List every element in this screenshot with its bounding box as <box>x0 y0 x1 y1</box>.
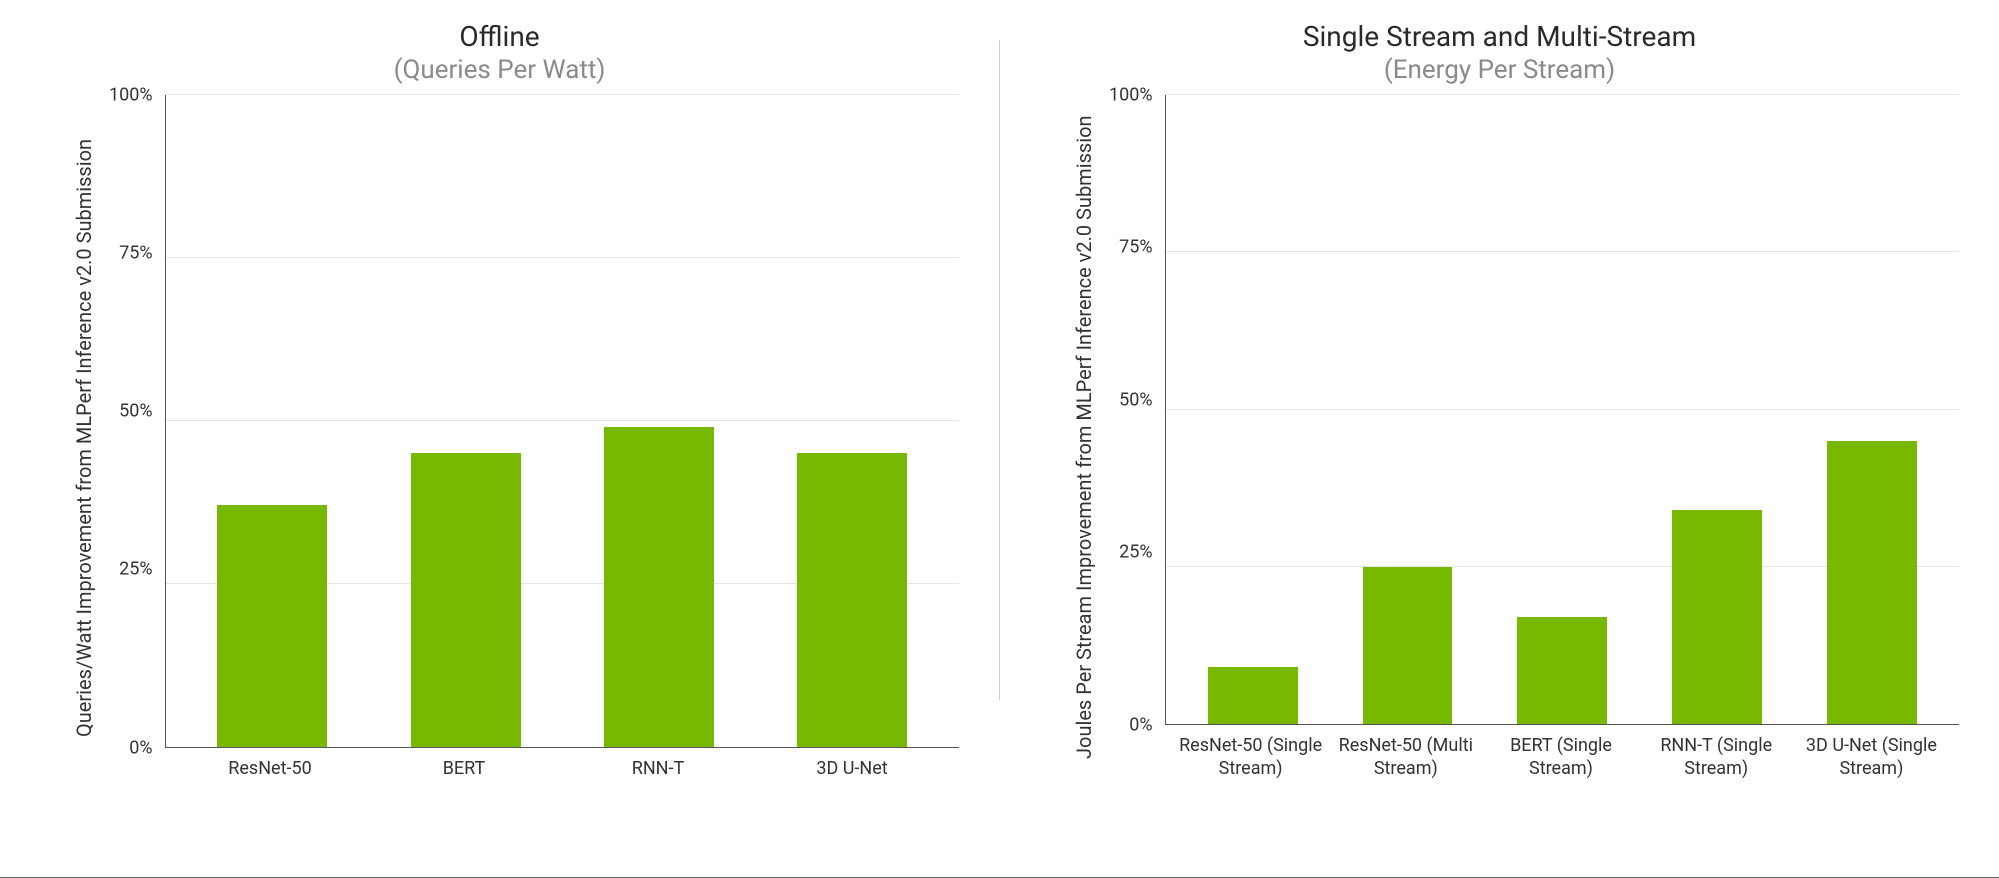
x-tick-label: RNN-T <box>561 758 755 781</box>
bar-slot <box>1640 95 1795 724</box>
bar-resnet50-multi <box>1363 567 1453 724</box>
chart-title-block: Offline (Queries Per Watt) <box>0 20 999 85</box>
y-tick-label: 0% <box>1129 715 1152 736</box>
bar-slot <box>1330 95 1485 724</box>
chart-title: Single Stream and Multi-Stream <box>1000 20 1999 53</box>
bar-3dunet-single <box>1827 441 1917 724</box>
bar-rnnt <box>604 427 714 746</box>
bars-region <box>165 95 959 748</box>
plot-wrap: Joules Per Stream Improvement from MLPer… <box>1000 95 1999 780</box>
x-tick-label: BERT <box>367 758 561 781</box>
x-tick-label: RNN-T (Single Stream) <box>1639 735 1794 780</box>
grid-area: 100% 75% 50% 25% 0% <box>1109 95 1959 725</box>
chart-subtitle: (Energy Per Stream) <box>1000 55 1999 85</box>
y-tick-label: 25% <box>1119 541 1152 562</box>
y-tick-label: 25% <box>119 558 152 579</box>
x-tick-label: ResNet-50 (Single Stream) <box>1173 735 1328 780</box>
chart-title-block: Single Stream and Multi-Stream (Energy P… <box>1000 20 1999 85</box>
bar-slot <box>756 95 949 747</box>
bar-resnet50 <box>217 505 327 746</box>
x-ticks: ResNet-50 (Single Stream) ResNet-50 (Mul… <box>1109 725 1959 780</box>
y-tick-label: 50% <box>1119 389 1152 410</box>
y-axis-label: Queries/Watt Improvement from MLPerf Inf… <box>60 95 109 780</box>
y-tick-label: 75% <box>119 242 152 263</box>
y-axis-label: Joules Per Stream Improvement from MLPer… <box>1060 95 1109 780</box>
y-tick-label: 75% <box>1119 237 1152 258</box>
bar-slot <box>1485 95 1640 724</box>
y-tick-label: 100% <box>109 85 153 106</box>
chart-stream: Single Stream and Multi-Stream (Energy P… <box>1000 20 1999 780</box>
plot-body: 100% 75% 50% 25% 0% <box>1109 95 1959 780</box>
bar-bert <box>411 453 521 746</box>
bars <box>1166 95 1959 724</box>
chart-title: Offline <box>0 20 999 53</box>
bar-slot <box>562 95 755 747</box>
bar-slot <box>369 95 562 747</box>
x-tick-label: 3D U-Net (Single Stream) <box>1794 735 1949 780</box>
y-ticks: 100% 75% 50% 25% 0% <box>1109 95 1165 725</box>
y-ticks: 100% 75% 50% 25% 0% <box>109 95 165 748</box>
charts-row: Offline (Queries Per Watt) Queries/Watt … <box>0 0 1999 780</box>
x-tick-label: ResNet-50 <box>173 758 367 781</box>
bar-resnet50-single <box>1208 667 1298 724</box>
plot-body: 100% 75% 50% 25% 0% <box>109 95 959 780</box>
grid-area: 100% 75% 50% 25% 0% <box>109 95 959 748</box>
bars <box>166 95 959 747</box>
bar-slot <box>1176 95 1331 724</box>
bar-3dunet <box>797 453 907 746</box>
x-tick-label: BERT (Single Stream) <box>1483 735 1638 780</box>
x-tick-label: 3D U-Net <box>755 758 949 781</box>
y-tick-label: 0% <box>129 737 152 758</box>
chart-subtitle: (Queries Per Watt) <box>0 55 999 85</box>
bar-slot <box>1794 95 1949 724</box>
chart-offline: Offline (Queries Per Watt) Queries/Watt … <box>0 20 999 780</box>
x-tick-label: ResNet-50 (Multi Stream) <box>1328 735 1483 780</box>
plot-wrap: Queries/Watt Improvement from MLPerf Inf… <box>0 95 999 780</box>
bar-bert-single <box>1517 617 1607 724</box>
x-ticks: ResNet-50 BERT RNN-T 3D U-Net <box>109 748 959 781</box>
bar-slot <box>176 95 369 747</box>
y-tick-label: 100% <box>1109 85 1153 106</box>
bar-rnnt-single <box>1672 510 1762 724</box>
bars-region <box>1165 95 1959 725</box>
y-tick-label: 50% <box>119 400 152 421</box>
